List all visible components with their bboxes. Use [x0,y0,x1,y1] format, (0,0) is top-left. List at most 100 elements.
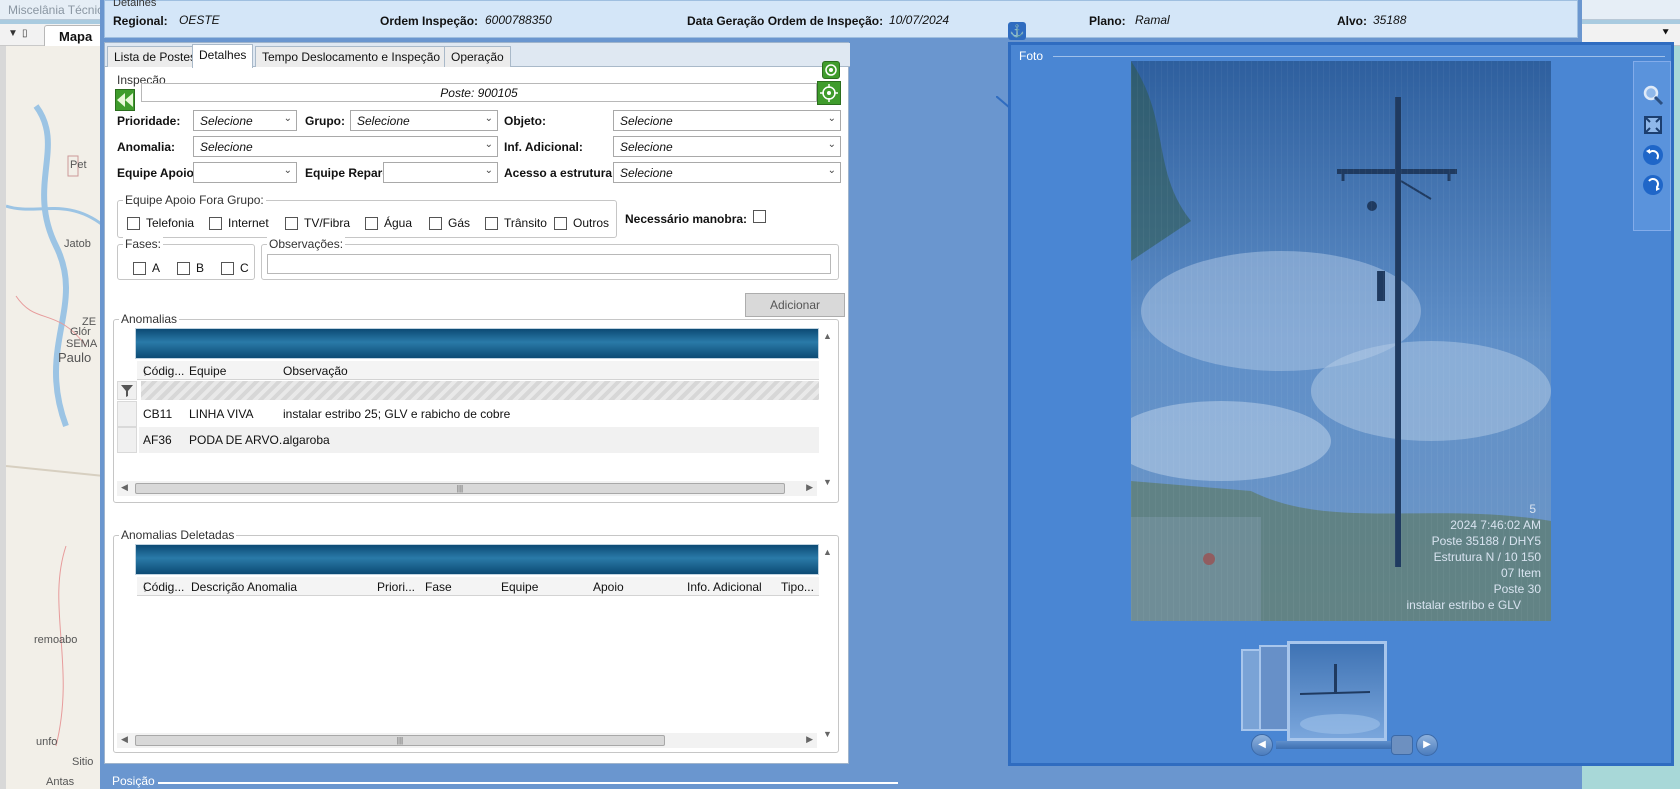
locate-poste-button[interactable] [817,81,841,105]
tab-mapa[interactable]: Mapa [44,25,104,47]
photo-scroll-thumb[interactable] [1391,735,1413,755]
objeto-select[interactable]: Selecione ⌄ [613,110,841,131]
scroll-left-icon[interactable]: ◀ [121,734,128,745]
map-label: remoabo [34,634,78,646]
scroll-thumb[interactable]: ||| [135,483,785,494]
column-apoio[interactable]: Apoio [593,580,624,594]
filter-row[interactable] [141,381,819,400]
photo-overlay-text: instalar estribo e GLV [1407,598,1522,612]
acesso-select[interactable]: Selecione ⌄ [613,162,841,183]
checkbox-fase-c[interactable]: C [221,261,249,275]
prioridade-select[interactable]: Selecione ⌄ [193,110,297,131]
checkbox-box[interactable] [221,261,234,275]
photo-overlay-text: 5 [1529,502,1536,516]
rotate-right-button[interactable] [1640,172,1666,198]
observacoes-label: Observações: [267,237,346,251]
checkbox-telefonia[interactable]: Telefonia [127,216,194,230]
rotate-left-icon [1643,145,1663,165]
scroll-down-icon[interactable]: ▼ [823,729,832,739]
checkbox-box[interactable] [209,216,222,230]
checkbox-box[interactable] [554,216,567,230]
table-row[interactable]: CB11 LINHA VIVA instalar estribo 25; GLV… [139,401,819,427]
checkbox-box[interactable] [285,216,298,230]
equipe-reparo-select[interactable]: ⌄ [383,162,498,183]
target-small-button[interactable] [822,61,840,79]
checkbox-box[interactable] [485,216,498,230]
photo-thumbnails[interactable] [1241,641,1401,741]
checkbox-fase-b[interactable]: B [177,261,204,275]
checkbox-transito[interactable]: Trânsito [485,216,547,230]
previous-photo-button[interactable]: ◀ [1251,734,1273,756]
column-codigo[interactable]: Códig... [143,580,184,594]
fit-button[interactable] [1640,112,1666,138]
zoom-button[interactable] [1640,82,1666,108]
column-codigo[interactable]: Códig... [143,364,184,378]
checkbox-box[interactable] [127,216,140,230]
anchor-icon[interactable]: ⚓ [1008,22,1026,40]
tab-tempo-deslocamento[interactable]: Tempo Deslocamento e Inspeção [255,46,448,67]
column-info-adicional[interactable]: Info. Adicional [687,580,762,594]
observacoes-input[interactable] [267,254,831,274]
rotate-left-button[interactable] [1640,142,1666,168]
row-selector[interactable] [117,427,137,453]
column-fase[interactable]: Fase [425,580,452,594]
checkbox-manobra[interactable] [753,210,766,223]
thumbnail-selected[interactable] [1287,641,1387,741]
cell-observacao: algaroba [283,433,330,447]
checkbox-box[interactable] [753,210,766,223]
tab-lista-de-postes[interactable]: Lista de Postes [107,46,204,67]
scroll-left-icon[interactable]: ◀ [121,482,128,493]
anomalias-hscroll[interactable]: ◀ ||| ▶ [117,481,817,496]
scroll-right-icon[interactable]: ▶ [806,734,813,745]
dropdown-arrow-icon[interactable]: ⯆ [1661,27,1670,40]
target-icon [825,64,837,76]
dropdown-arrow-icon[interactable]: ▼ [8,28,18,39]
column-observacao[interactable]: Observação [283,364,348,378]
acesso-value: Selecione [620,166,673,180]
anomalia-select[interactable]: Selecione ⌄ [193,136,498,157]
checkbox-gas[interactable]: Gás [429,216,470,230]
checkbox-fase-a[interactable]: A [133,261,160,275]
chevron-down-icon: ⌄ [283,165,292,176]
scroll-up-icon[interactable]: ▲ [823,331,832,341]
next-photo-button[interactable]: ▶ [1416,734,1438,756]
previous-poste-button[interactable] [115,89,135,111]
scroll-thumb[interactable]: ||| [135,735,665,746]
scroll-up-icon[interactable]: ▲ [823,547,832,557]
column-equipe[interactable]: Equipe [501,580,538,594]
adicionar-button[interactable]: Adicionar [745,293,845,317]
map-rivers [6,104,104,747]
checkbox-tv-fibra[interactable]: TV/Fibra [285,216,350,230]
background-map[interactable]: Pet Jatob ZE Glór SEMA Paulo remoabo unf… [6,46,104,789]
details-panel: Lista de Postes Detalhes Tempo Deslocame… [104,42,850,764]
photo-scroll-track[interactable] [1276,741,1406,749]
tab-scroll-icon[interactable]: ▯ [22,28,28,39]
table-row[interactable]: AF36 PODA DE ARVO... algaroba [139,427,819,453]
foto-label: Foto [1019,49,1044,63]
filter-button[interactable] [117,381,137,400]
equipe-apoio-select[interactable]: ⌄ [193,162,297,183]
tab-detalhes[interactable]: Detalhes [192,44,254,68]
column-tipo[interactable]: Tipo... [781,580,814,594]
row-selector[interactable] [117,401,137,427]
checkbox-agua[interactable]: Água [365,216,412,230]
double-chevron-left-icon [117,93,133,107]
deletadas-hscroll[interactable]: ◀ ||| ▶ [117,733,817,748]
checkbox-box[interactable] [133,261,146,275]
inf-adicional-select[interactable]: Selecione ⌄ [613,136,841,157]
checkbox-internet[interactable]: Internet [209,216,269,230]
checkbox-box[interactable] [365,216,378,230]
checkbox-box[interactable] [177,261,190,275]
foto-image[interactable]: 5 2024 7:46:02 AM Poste 35188 / DHY5 Est… [1131,61,1551,621]
column-descricao[interactable]: Descrição Anomalia [191,580,297,594]
scroll-right-icon[interactable]: ▶ [806,482,813,493]
column-equipe[interactable]: Equipe [189,364,226,378]
checkbox-outros[interactable]: Outros [554,216,609,230]
checkbox-box[interactable] [429,216,442,230]
scroll-down-icon[interactable]: ▼ [823,477,832,487]
grupo-select[interactable]: Selecione ⌄ [350,110,498,131]
objeto-value: Selecione [620,114,673,128]
deletadas-label: Anomalias Deletadas [119,528,237,542]
column-prioridade[interactable]: Priori... [377,580,415,594]
tab-operacao[interactable]: Operação [444,46,511,67]
